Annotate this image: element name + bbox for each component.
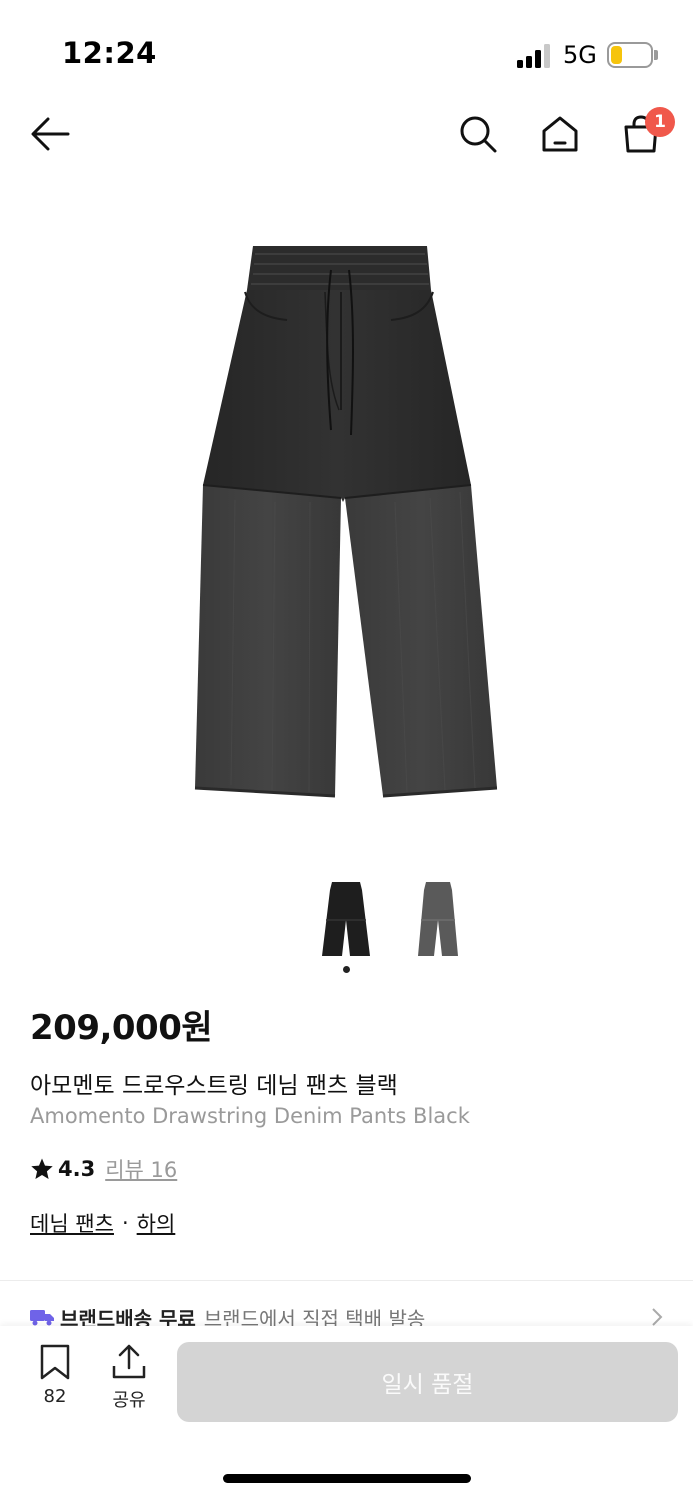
category-link-denim-pants[interactable]: 데님 팬츠 [30,1208,114,1238]
signal-icon [517,44,553,68]
divider [0,1280,693,1281]
product-price: 209,000원 [30,1008,213,1048]
category-separator: · [121,1211,129,1235]
bookmark-button[interactable]: 82 [25,1344,85,1407]
sold-out-button[interactable]: 일시 품절 [177,1342,678,1422]
carousel-indicator-dot [343,966,350,973]
truck-icon [30,1310,54,1326]
review-link[interactable]: 리뷰 16 [105,1154,177,1184]
network-label: 5G [563,41,597,69]
chevron-right-icon [652,1308,663,1326]
image-thumbnails [0,870,693,980]
category-breadcrumb: 데님 팬츠 · 하의 [30,1208,175,1238]
cart-count-badge: 1 [645,107,675,137]
product-name-korean: 아모멘토 드로우스트링 데님 팬츠 블랙 [30,1073,398,1099]
rating-value: 4.3 [58,1157,96,1181]
pants-image [194,246,498,798]
status-time: 12:24 [62,36,157,70]
bookmark-count: 82 [43,1386,67,1407]
share-icon [112,1344,146,1379]
product-name-english: Amomento Drawstring Denim Pants Black [30,1104,470,1128]
home-button[interactable] [536,110,584,158]
bottom-action-bar: 82 공유 일시 품절 [0,1326,693,1500]
back-button[interactable] [26,110,74,158]
home-icon [542,116,578,152]
arrow-left-icon [31,117,70,151]
share-button[interactable]: 공유 [99,1344,159,1412]
app-header [0,100,693,170]
search-button[interactable] [454,110,502,158]
home-indicator [223,1474,471,1483]
thumbnail-black[interactable] [316,880,376,958]
bookmark-icon [40,1344,70,1380]
share-label: 공유 [112,1390,146,1411]
status-bar: 12:24 5G [0,0,693,100]
thumbnail-grey[interactable] [408,880,468,958]
search-icon [460,116,497,153]
battery-icon [607,42,658,68]
rating-row: 4.3 리뷰 16 [30,1154,177,1184]
category-link-bottoms[interactable]: 하의 [137,1208,176,1238]
star-icon [31,1158,53,1179]
product-image[interactable] [175,230,515,810]
